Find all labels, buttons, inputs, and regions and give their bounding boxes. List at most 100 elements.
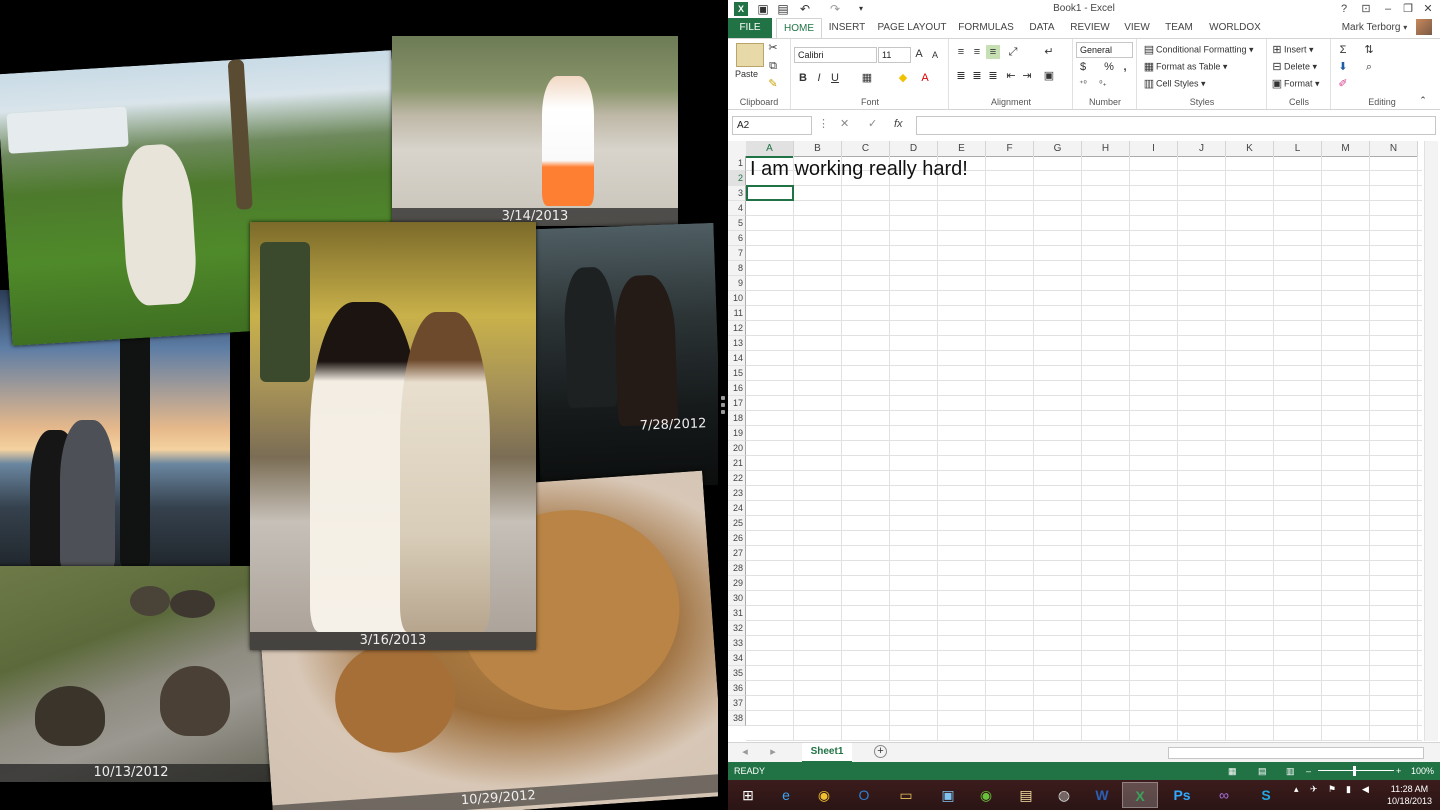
word-icon[interactable]: W: [1084, 782, 1120, 808]
column-header-m[interactable]: M: [1322, 141, 1370, 157]
column-header-d[interactable]: D: [890, 141, 938, 157]
row-header[interactable]: 24: [728, 501, 746, 516]
font-size-select[interactable]: 11: [878, 47, 911, 63]
cell-a1[interactable]: I am working really hard!: [750, 158, 968, 181]
row-header[interactable]: 18: [728, 411, 746, 426]
row-header[interactable]: 17: [728, 396, 746, 411]
find-select-icon[interactable]: ⌕: [1362, 60, 1376, 74]
sort-filter-icon[interactable]: ⇅: [1362, 43, 1376, 57]
help-button[interactable]: ?: [1334, 1, 1354, 17]
bold-button[interactable]: B: [796, 71, 810, 85]
horizontal-scrollbar[interactable]: [1168, 747, 1424, 759]
italic-button[interactable]: I: [812, 71, 826, 85]
cancel-icon[interactable]: ✕: [840, 116, 849, 133]
row-header[interactable]: 7: [728, 246, 746, 261]
tab-team[interactable]: TEAM: [1160, 18, 1198, 38]
minimize-button[interactable]: –: [1378, 1, 1398, 17]
align-top-icon[interactable]: ≡: [954, 45, 968, 59]
row-header[interactable]: 3: [728, 186, 746, 201]
row-header[interactable]: 11: [728, 306, 746, 321]
zoom-slider[interactable]: [1318, 770, 1394, 771]
shrink-font-icon[interactable]: A: [928, 48, 942, 62]
column-header-b[interactable]: B: [794, 141, 842, 157]
column-header-c[interactable]: C: [842, 141, 890, 157]
column-header-g[interactable]: G: [1034, 141, 1082, 157]
fill-color-icon[interactable]: ◆: [896, 71, 910, 85]
tab-data[interactable]: DATA: [1024, 18, 1060, 38]
next-sheet-icon[interactable]: ▸: [766, 745, 780, 759]
percent-button[interactable]: %: [1102, 60, 1116, 74]
account-menu[interactable]: Mark Terborg ▾: [1342, 18, 1432, 38]
number-format-select[interactable]: General: [1076, 42, 1133, 58]
tab-file[interactable]: FILE: [728, 18, 772, 38]
column-header-k[interactable]: K: [1226, 141, 1274, 157]
zoom-in-icon[interactable]: +: [1396, 762, 1401, 780]
decrease-decimal-icon[interactable]: ⁰₊: [1096, 77, 1110, 91]
align-middle-icon[interactable]: ≡: [970, 45, 984, 59]
tab-insert[interactable]: INSERT: [826, 18, 868, 38]
action-center-icon[interactable]: ⚑: [1328, 784, 1336, 795]
row-header[interactable]: 23: [728, 486, 746, 501]
app-splitter-handle[interactable]: [718, 0, 728, 810]
page-break-view-icon[interactable]: ▥: [1286, 762, 1295, 780]
font-color-icon[interactable]: A: [918, 71, 932, 85]
insert-cells-button[interactable]: ⊞ Insert ▾: [1270, 43, 1313, 57]
cell-styles-button[interactable]: ▥ Cell Styles ▾: [1142, 77, 1206, 91]
enter-icon[interactable]: ✓: [868, 116, 877, 133]
format-as-table-button[interactable]: ▦ Format as Table ▾: [1142, 60, 1228, 74]
underline-button[interactable]: U: [828, 71, 842, 85]
comma-button[interactable]: ,: [1118, 60, 1132, 74]
format-painter-icon[interactable]: ✎: [766, 77, 780, 91]
row-header[interactable]: 22: [728, 471, 746, 486]
align-left-icon[interactable]: ≣: [954, 69, 968, 83]
row-header[interactable]: 14: [728, 351, 746, 366]
row-header[interactable]: 38: [728, 711, 746, 726]
media-center-icon[interactable]: ◉: [968, 782, 1004, 808]
page-layout-view-icon[interactable]: ▤: [1258, 762, 1267, 780]
normal-view-icon[interactable]: ▦: [1228, 762, 1237, 780]
select-all-button[interactable]: [728, 141, 747, 157]
align-bottom-icon[interactable]: ≡: [986, 45, 1000, 59]
borders-icon[interactable]: ▦: [860, 71, 874, 85]
row-header[interactable]: 27: [728, 546, 746, 561]
tab-formulas[interactable]: FORMULAS: [956, 18, 1016, 38]
row-header[interactable]: 31: [728, 606, 746, 621]
chrome-icon[interactable]: ◉: [806, 782, 842, 808]
row-header[interactable]: 37: [728, 696, 746, 711]
column-header-j[interactable]: J: [1178, 141, 1226, 157]
remote-desktop-icon[interactable]: ▣: [930, 782, 966, 808]
row-header[interactable]: 9: [728, 276, 746, 291]
column-header-e[interactable]: E: [938, 141, 986, 157]
row-header[interactable]: 4: [728, 201, 746, 216]
tray-app-icon[interactable]: ✈: [1310, 784, 1318, 795]
excel-taskbar-icon[interactable]: X: [1122, 782, 1158, 808]
show-hidden-icons-icon[interactable]: ▴: [1294, 784, 1299, 795]
row-header[interactable]: 34: [728, 651, 746, 666]
zoom-level[interactable]: 100%: [1411, 762, 1434, 780]
active-cell-a2[interactable]: [746, 185, 794, 201]
close-button[interactable]: ✕: [1418, 1, 1438, 17]
notes-icon[interactable]: ▤: [1008, 782, 1044, 808]
column-header-l[interactable]: L: [1274, 141, 1322, 157]
tab-home[interactable]: HOME: [776, 18, 822, 39]
taskbar-clock[interactable]: 11:28 AM 10/18/2013: [1387, 783, 1432, 807]
vertical-scrollbar[interactable]: [1424, 141, 1438, 741]
orientation-icon[interactable]: ⤢: [1006, 45, 1020, 59]
formula-input[interactable]: [916, 116, 1436, 135]
align-center-icon[interactable]: ≣: [970, 69, 984, 83]
clear-icon[interactable]: ✐: [1336, 77, 1350, 91]
paste-icon[interactable]: [736, 43, 764, 67]
outlook-icon[interactable]: O: [846, 782, 882, 808]
conditional-formatting-button[interactable]: ▤ Conditional Formatting ▾: [1142, 43, 1254, 57]
row-header[interactable]: 21: [728, 456, 746, 471]
row-header[interactable]: 29: [728, 576, 746, 591]
sheet-tab-sheet1[interactable]: Sheet1: [802, 743, 852, 763]
currency-button[interactable]: $: [1076, 60, 1090, 74]
insert-function-button[interactable]: fx: [894, 116, 903, 133]
cell-area[interactable]: I am working really hard!: [746, 156, 1422, 741]
row-header[interactable]: 5: [728, 216, 746, 231]
app-icon[interactable]: ◍: [1046, 782, 1082, 808]
grow-font-icon[interactable]: A: [912, 47, 926, 61]
tab-worldox[interactable]: WORLDOX: [1206, 18, 1264, 38]
zoom-out-icon[interactable]: –: [1306, 762, 1311, 780]
